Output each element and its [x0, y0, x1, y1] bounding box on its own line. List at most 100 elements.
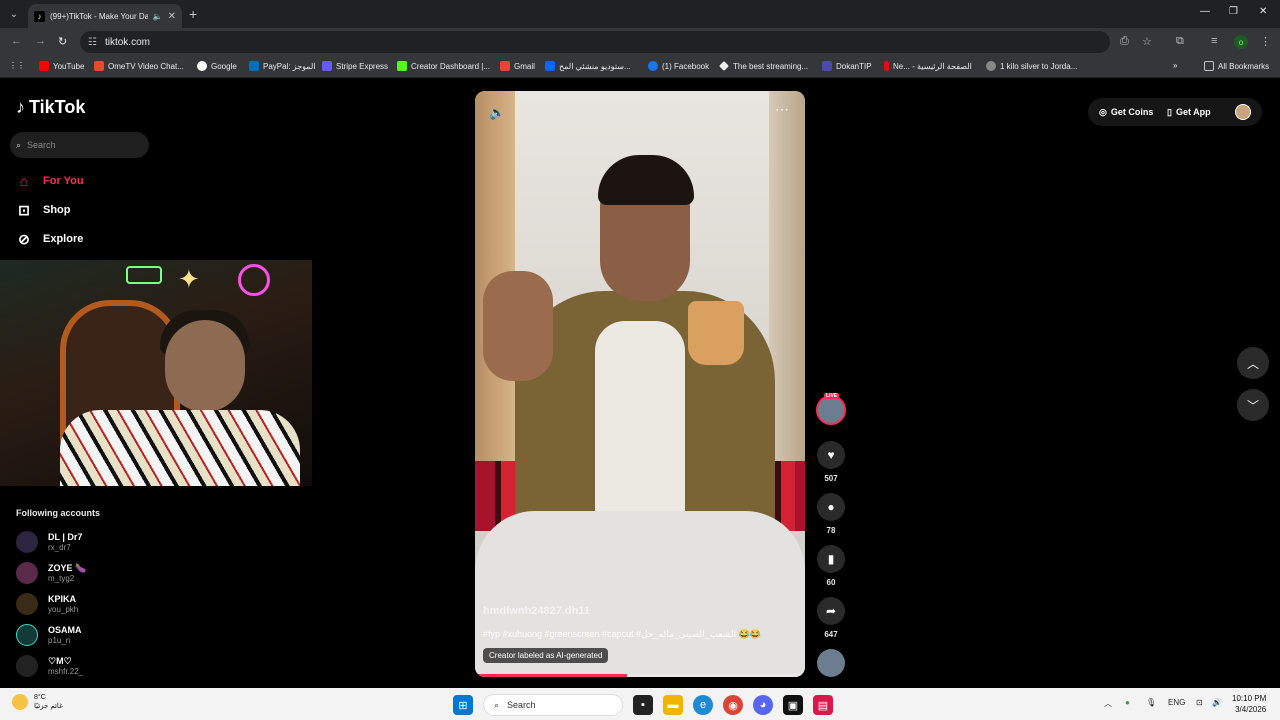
clock[interactable]: 10:10 PM 3/4/2026: [1232, 693, 1266, 715]
chrome-icon[interactable]: ◉: [723, 695, 743, 715]
weather-widget[interactable]: 8°C غائم جزئيًا: [12, 693, 63, 711]
more-bookmarks-icon[interactable]: »: [1173, 61, 1177, 70]
comment-button[interactable]: ● 78: [813, 493, 849, 535]
bookmark-streaming[interactable]: The best streaming...: [719, 61, 808, 71]
video-progress-bar[interactable]: [475, 674, 805, 677]
cup: [688, 301, 744, 365]
reload-button[interactable]: ↻: [58, 35, 67, 48]
save-button[interactable]: ▮ 60: [813, 545, 849, 587]
video-player[interactable]: 🔈 ⋯ hmdlwnh24827.dh11 #fyp #xuhuong #gre…: [475, 91, 805, 677]
more-options-icon[interactable]: ⋯: [775, 101, 789, 118]
following-accounts-title: Following accounts: [16, 508, 101, 518]
comment-count: 78: [826, 526, 836, 535]
language-indicator[interactable]: ENG: [1168, 698, 1185, 707]
chrome-menu-icon[interactable]: ⋮: [1260, 35, 1271, 48]
task-view-icon[interactable]: ▪: [633, 695, 653, 715]
close-window-button[interactable]: ✕: [1259, 6, 1267, 17]
video-hashtags[interactable]: #fyp #xuhuong #greenscreen #capcut #الشع…: [483, 629, 803, 640]
tiktok-logo[interactable]: ♪ TikTok: [16, 97, 85, 118]
account-item[interactable]: ZOYE 🍆 m_tyg2: [16, 562, 86, 584]
neon-badge: [238, 264, 270, 296]
bookmark-ometv[interactable]: OmeTV Video Chat...: [94, 61, 184, 71]
bookmark-studio[interactable]: ستوديو منشئي المح...: [545, 61, 631, 71]
restore-button[interactable]: ❐: [1229, 6, 1238, 17]
tab-tiktok[interactable]: ♪ (99+)TikTok - Make Your Da 🔈 ✕: [28, 4, 182, 28]
bookmark-stripe[interactable]: Stripe Express: [322, 61, 388, 71]
avatar: LIVE: [816, 393, 846, 425]
account-item[interactable]: DL | Dr7 rx_dr7: [16, 531, 82, 553]
search-input[interactable]: ⌕ Search: [10, 132, 149, 158]
start-windows-icon[interactable]: ⊞: [453, 695, 473, 715]
taskbar-apps: ⊞ ⌕ Search ▪ ▬ e ◉ ◕ ▣ ▤: [453, 694, 833, 716]
speaker-icon[interactable]: 🔈: [153, 12, 163, 21]
media-controls-icon[interactable]: ≡: [1211, 35, 1217, 47]
minimize-button[interactable]: —: [1200, 6, 1210, 17]
address-bar-row: ← → ↻ ☷ tiktok.com ⎙ ☆ ⧉ ≡ ⋮: [0, 28, 1280, 56]
bookmark-gmail[interactable]: Gmail: [500, 61, 535, 71]
get-app-button[interactable]: ▯ Get App: [1167, 100, 1211, 124]
search-icon: ⌕: [16, 139, 22, 150]
site-info-icon[interactable]: ☷: [88, 37, 97, 48]
video-progress-fill: [475, 674, 627, 677]
nav-shop[interactable]: ⊡ Shop: [16, 201, 70, 218]
tray-app-icon[interactable]: ●: [1125, 698, 1130, 707]
account-item[interactable]: ♡M♡ mshfr.22_: [16, 655, 83, 677]
edge-icon[interactable]: e: [693, 695, 713, 715]
profile-avatar[interactable]: o: [1234, 35, 1248, 49]
user-avatar[interactable]: [1235, 104, 1251, 120]
avatar: [16, 562, 38, 584]
get-coins-button[interactable]: ◎ Get Coins: [1099, 100, 1153, 124]
apps-grid-icon[interactable]: ⋮⋮: [9, 61, 25, 70]
forward-button[interactable]: →: [35, 35, 46, 47]
music-disc-button[interactable]: [813, 649, 849, 677]
back-button[interactable]: ←: [11, 35, 22, 47]
phone-icon: ▯: [1167, 106, 1172, 117]
bookmark-creator-dashboard[interactable]: Creator Dashboard |...: [397, 61, 490, 71]
comment-icon: ●: [817, 493, 845, 521]
bookmarks-bar: ⋮⋮ YouTube OmeTV Video Chat... Google Pa…: [0, 56, 1280, 78]
bookmark-netflix[interactable]: Ne... - الصفحة الرئيسية: [884, 61, 972, 71]
studio-app-icon[interactable]: ▤: [813, 695, 833, 715]
bookmark-dokantip[interactable]: DokanTIP: [822, 61, 872, 71]
avatar: [16, 655, 38, 677]
microphone-icon[interactable]: 🎙: [1146, 698, 1156, 707]
bookmark-youtube[interactable]: YouTube: [39, 61, 84, 71]
tab-search-icon[interactable]: ⌄: [6, 6, 22, 22]
share-icon: ➦: [817, 597, 845, 625]
next-video-button[interactable]: ﹀: [1237, 389, 1269, 421]
neon-sign: [126, 266, 162, 284]
all-bookmarks-folder[interactable]: All Bookmarks: [1204, 61, 1269, 71]
account-item[interactable]: KPIKA you_pkh: [16, 593, 78, 615]
network-icon[interactable]: ⊡: [1196, 698, 1203, 707]
new-tab-button[interactable]: +: [189, 6, 197, 22]
bookmark-icon: ▮: [817, 545, 845, 573]
video-username[interactable]: hmdlwnh24827.dh11: [483, 605, 803, 617]
extensions-icon[interactable]: ⧉: [1176, 35, 1184, 48]
bookmark-google[interactable]: Google: [197, 61, 237, 71]
omnibox[interactable]: ☷ tiktok.com: [80, 31, 1110, 53]
bookmark-star-icon[interactable]: ☆: [1142, 35, 1152, 48]
tray-overflow-icon[interactable]: ︿: [1104, 698, 1112, 709]
taskbar-search[interactable]: ⌕ Search: [483, 694, 623, 716]
avatar: [16, 531, 38, 553]
like-button[interactable]: ♥ 507: [813, 441, 849, 483]
previous-video-button[interactable]: ︿: [1237, 347, 1269, 379]
creator-live-avatar[interactable]: LIVE: [813, 393, 849, 425]
bookmark-silver[interactable]: 1 kilo silver to Jorda...: [986, 61, 1077, 71]
video-caption: hmdlwnh24827.dh11 #fyp #xuhuong #greensc…: [483, 605, 803, 663]
share-button[interactable]: ➦ 647: [813, 597, 849, 639]
ai-generated-label: Creator labeled as AI-generated: [483, 648, 609, 663]
bookmark-paypal[interactable]: PayPal: الموجز: [249, 61, 316, 71]
shop-bag-icon: ⊡: [18, 201, 30, 218]
install-app-icon[interactable]: ⎙: [1120, 35, 1129, 48]
close-tab-icon[interactable]: ✕: [168, 11, 176, 22]
nav-for-you[interactable]: ⌂ For You: [16, 173, 84, 189]
account-item[interactable]: OSAMA p1u_n: [16, 624, 82, 646]
bookmark-facebook[interactable]: (1) Facebook: [648, 61, 709, 71]
discord-icon[interactable]: ◕: [753, 695, 773, 715]
mute-icon[interactable]: 🔈: [489, 105, 505, 121]
volume-icon[interactable]: 🔊: [1212, 698, 1222, 707]
app-icon[interactable]: ▣: [783, 695, 803, 715]
file-explorer-icon[interactable]: ▬: [663, 695, 683, 715]
nav-explore[interactable]: ⊘ Explore: [16, 231, 83, 247]
